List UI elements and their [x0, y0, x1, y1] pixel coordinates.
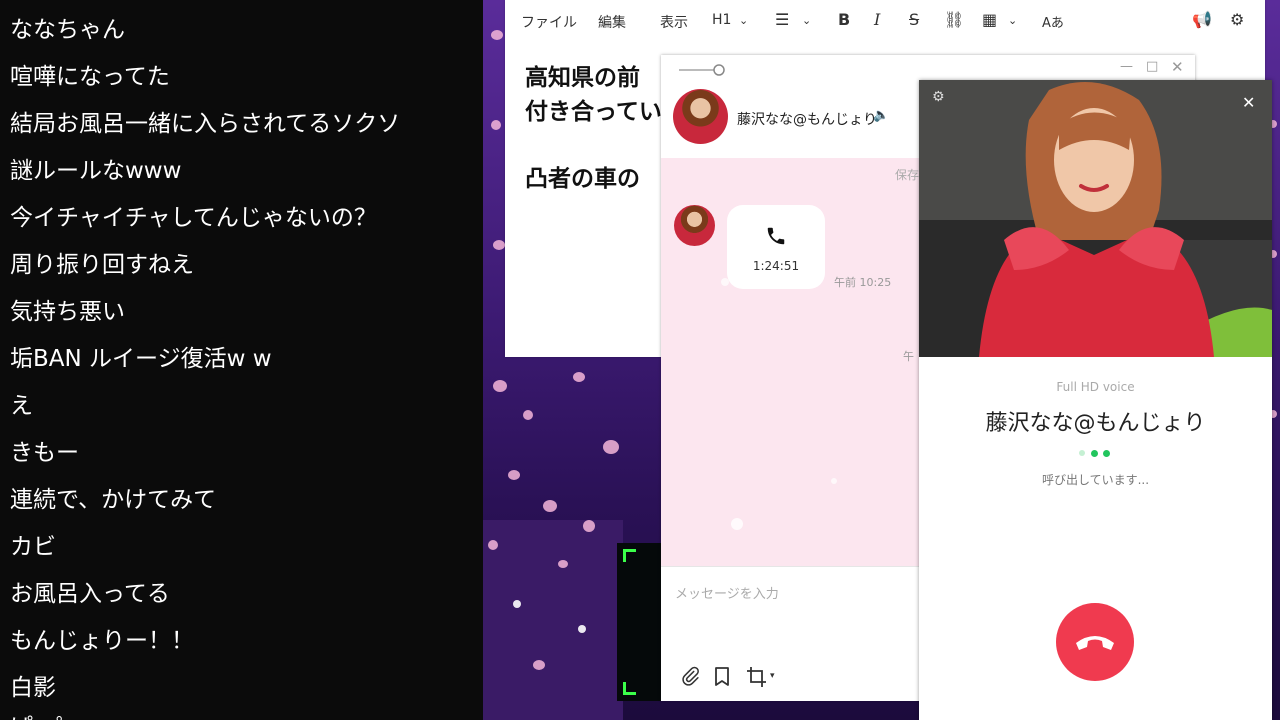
message-timestamp: 午 [903, 350, 914, 363]
comment-line: ぱー゜ [10, 708, 79, 720]
chevron-down-icon[interactable]: ⌄ [1008, 14, 1017, 27]
call-quality-label: Full HD voice [1056, 380, 1135, 394]
chevron-down-icon[interactable]: ▾ [770, 671, 775, 681]
connecting-indicator [1071, 448, 1119, 458]
blossom-petal [493, 240, 505, 250]
saved-label: 保存 [895, 168, 920, 182]
blossom-petal [533, 660, 545, 670]
message-timestamp: 午前 10:25 [834, 276, 892, 289]
comment-line: 気持ち悪い [10, 299, 125, 325]
table-icon[interactable]: ▦ [982, 10, 997, 29]
comment-line: もんじょりー！！ [10, 628, 194, 654]
close-icon[interactable]: ✕ [1242, 93, 1255, 112]
message-avatar[interactable] [674, 205, 715, 246]
call-message-bubble[interactable]: 1:24:51 [727, 205, 825, 289]
blossom-petal [578, 625, 586, 633]
chevron-down-icon[interactable]: ⌄ [802, 14, 811, 27]
hang-up-button[interactable] [1056, 603, 1134, 681]
frame-corner [623, 549, 636, 562]
voice-call-window: ⚙ ✕ Full HD voice 藤沢なな@もんじょり 呼び出しています... [919, 80, 1272, 720]
blossom-petal [731, 518, 743, 530]
caller-name: 藤沢なな@もんじょり [985, 411, 1206, 436]
crop-icon[interactable] [746, 666, 768, 688]
blossom-petal [493, 380, 507, 392]
comment-line: お風呂入ってる [10, 581, 170, 607]
phone-icon [767, 227, 785, 245]
comment-line: 謎ルールなwww [10, 158, 182, 184]
menu-file[interactable]: ファイル [521, 12, 577, 32]
blossom-petal [488, 540, 498, 550]
hill-silhouette [483, 520, 623, 720]
contact-name[interactable]: 藤沢なな@もんじょり [737, 109, 877, 129]
comment-line: きもー [10, 440, 79, 466]
blossom-petal [543, 500, 557, 512]
chevron-down-icon[interactable]: ⌄ [739, 14, 748, 27]
italic-icon[interactable]: I [874, 10, 880, 29]
comment-line: 連続で、かけてみて [10, 487, 217, 513]
blossom-petal [721, 278, 729, 286]
comment-line: ななちゃん [10, 17, 125, 43]
blossom-petal [523, 410, 533, 420]
menu-edit[interactable]: 編集 [598, 12, 626, 32]
menu-view[interactable]: 表示 [660, 12, 688, 32]
comment-line: 喧嘩になってた [10, 64, 170, 90]
gear-icon[interactable]: ⚙ [1230, 10, 1244, 29]
link-icon[interactable]: ⛓ [944, 10, 964, 29]
blossom-petal [573, 372, 585, 382]
call-duration: 1:24:51 [752, 259, 800, 273]
strikethrough-icon[interactable]: S [909, 10, 919, 29]
editor-toolbar: ファイル 編集 表示 H1 ⌄ ☰ ⌄ B I S ⛓ ▦ ⌄ Aあ 📢 ⚙ [505, 0, 1265, 42]
comment-line: え [10, 393, 33, 419]
comment-line: 周り振り回すねえ [10, 252, 194, 278]
blossom-petal [831, 478, 837, 484]
announcement-icon[interactable]: 📢 [1192, 10, 1212, 29]
message-input[interactable]: メッセージを入力 [675, 583, 779, 602]
overlay-frame [617, 543, 665, 701]
blossom-petal [491, 120, 501, 130]
blossom-petal [603, 440, 619, 454]
blossom-petal [513, 600, 521, 608]
comment-stream: ななちゃん 喧嘩になってた 結局お風呂一緒に入らされてるソクソ 謎ルールなwww… [0, 0, 483, 720]
blossom-petal [558, 560, 568, 568]
list-icon[interactable]: ☰ [775, 10, 789, 29]
minimize-icon[interactable]: — [1120, 59, 1133, 74]
paperclip-icon[interactable] [680, 665, 700, 687]
frame-corner [623, 682, 636, 695]
hang-up-icon [1076, 636, 1114, 650]
caller-video: ⚙ ✕ [919, 80, 1272, 357]
document-line: 凸者の車の [525, 166, 640, 192]
spellcheck-icon[interactable]: Aあ [1042, 12, 1064, 31]
caller-portrait [919, 80, 1272, 357]
close-icon[interactable]: ✕ [1171, 58, 1184, 76]
speaker-icon[interactable]: 🔈 [873, 108, 889, 123]
comment-line: カビ [10, 534, 56, 560]
gear-icon[interactable]: ⚙ [932, 89, 945, 105]
blossom-petal [508, 470, 520, 480]
comment-line: 白影 [10, 675, 56, 701]
call-status: 呼び出しています... [1041, 473, 1150, 487]
document-line: 高知県の前 [525, 65, 640, 91]
maximize-icon[interactable]: □ [1146, 59, 1158, 74]
blossom-petal [583, 520, 595, 532]
bookmark-icon[interactable] [714, 667, 730, 687]
heading-dropdown[interactable]: H1 [712, 12, 731, 28]
blossom-petal [491, 30, 503, 40]
document-line: 付き合ってい [525, 99, 662, 125]
contact-avatar[interactable] [673, 89, 728, 144]
slider-icon[interactable] [677, 63, 727, 77]
comment-line: 結局お風呂一緒に入らされてるソクソ [10, 111, 401, 137]
bold-icon[interactable]: B [838, 10, 850, 29]
comment-line: 垢BAN ルイージ復活w w [10, 346, 272, 372]
comment-line: 今イチャイチャしてんじゃないの？ [10, 205, 377, 231]
